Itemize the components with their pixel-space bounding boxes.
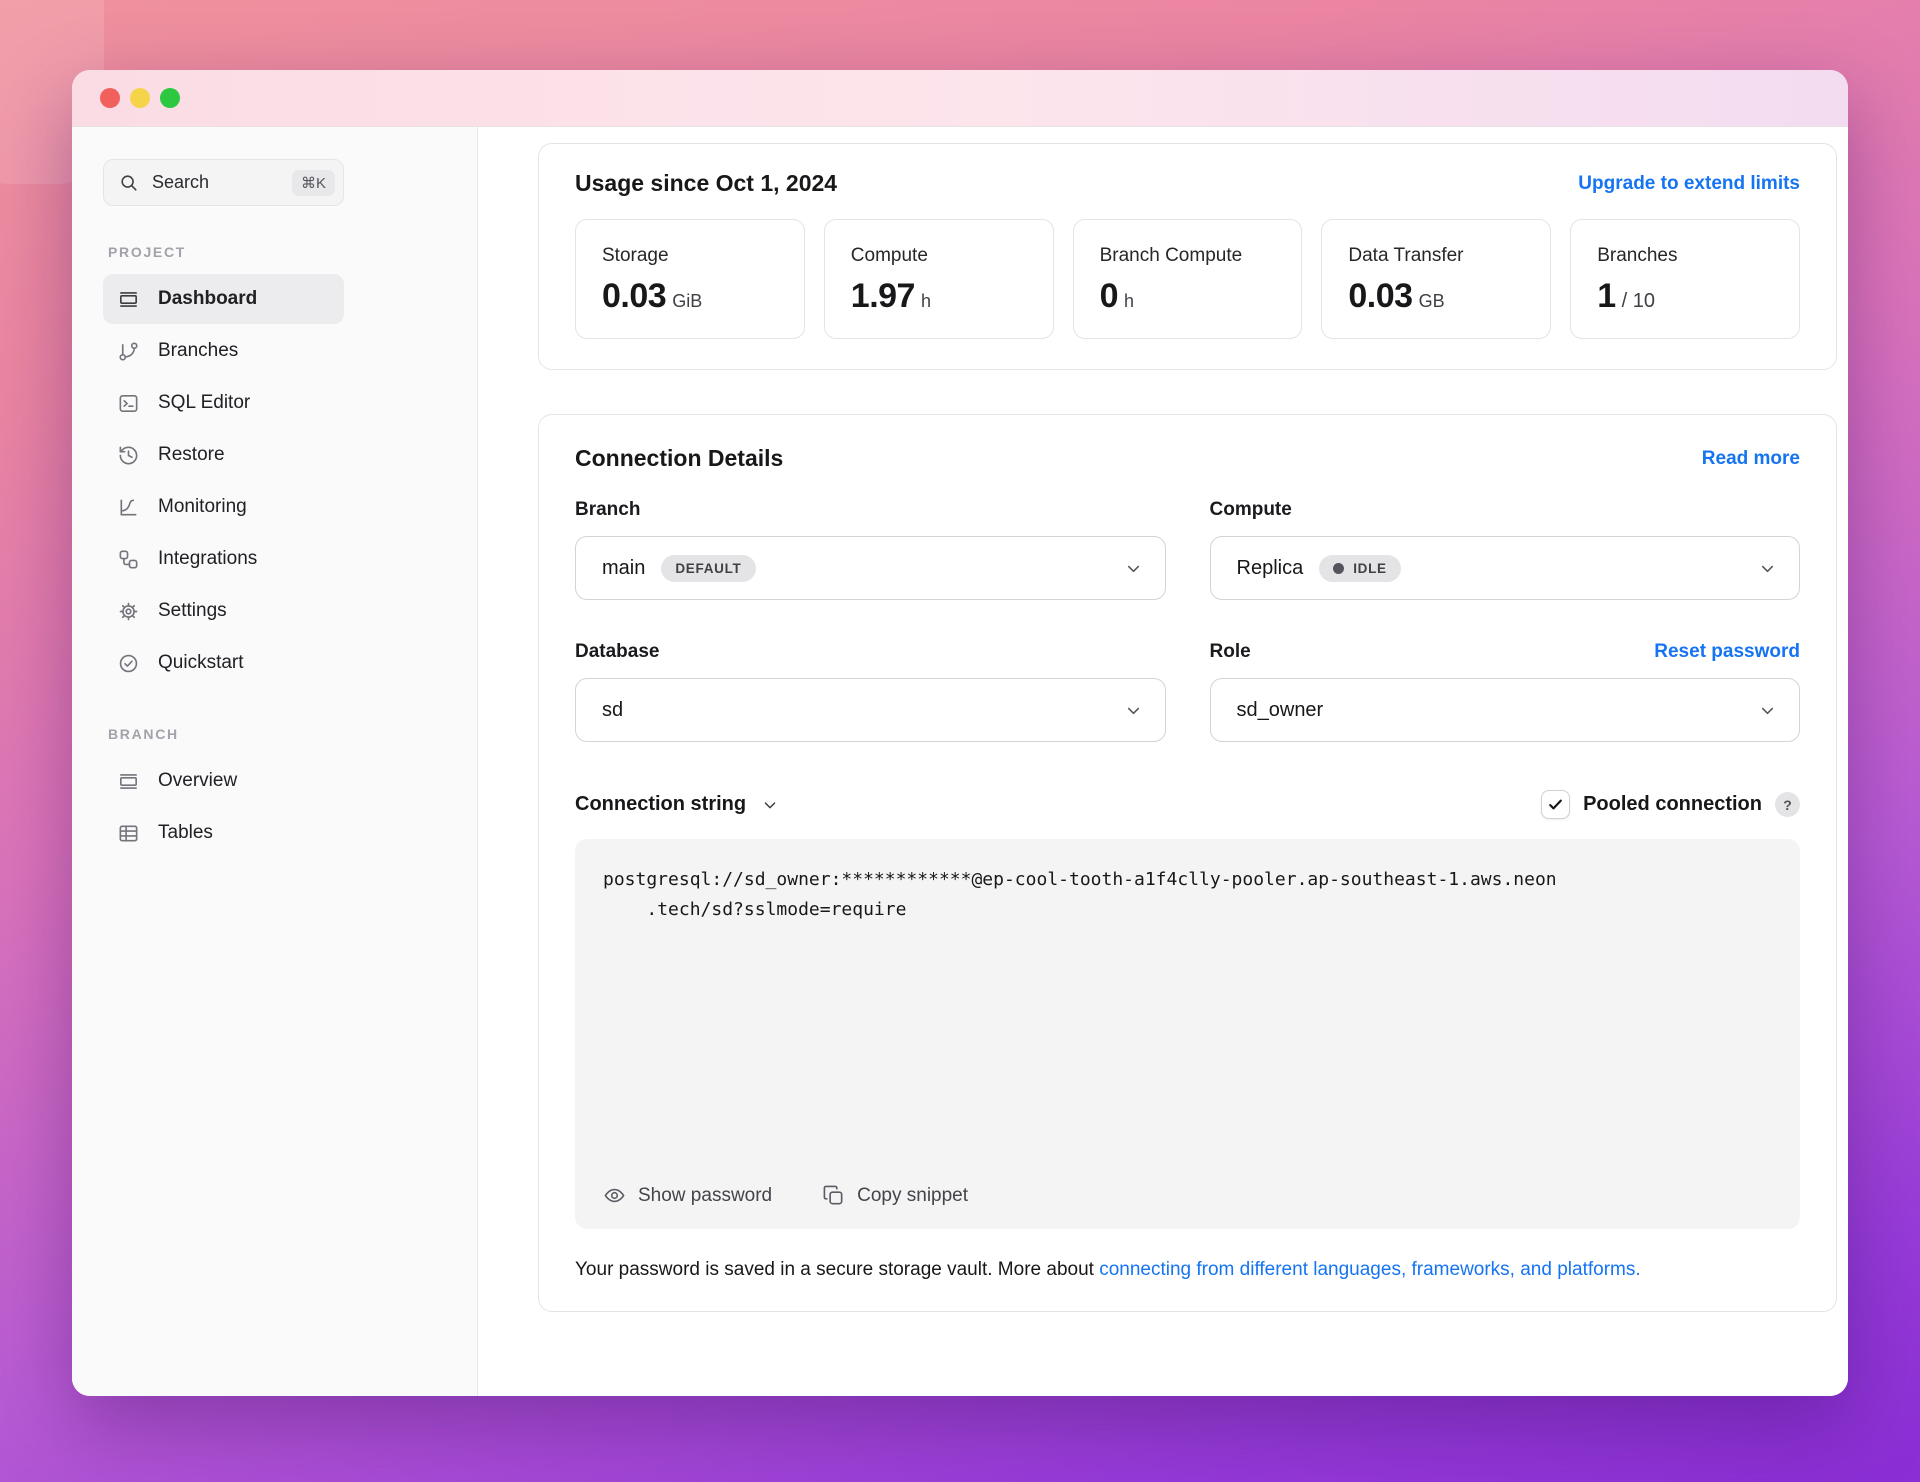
database-select-value: sd (602, 698, 624, 721)
desktop-background: Search ⌘K PROJECT Dashboard Branches SQL… (0, 0, 1920, 1482)
app-window: Search ⌘K PROJECT Dashboard Branches SQL… (72, 70, 1848, 1396)
compute-select[interactable]: Replica IDLE (1209, 536, 1800, 600)
sidebar-item-label: Dashboard (158, 288, 258, 309)
sidebar-item-label: Branches (158, 340, 239, 361)
upgrade-link[interactable]: Upgrade to extend limits (1578, 173, 1800, 195)
connection-string-text[interactable]: postgresql://sd_owner:************@ep-co… (603, 865, 1772, 925)
docs-link[interactable]: connecting from different languages, fra… (1099, 1259, 1640, 1280)
usage-card: Usage since Oct 1, 2024 Upgrade to exten… (538, 143, 1837, 370)
sql-editor-icon (119, 394, 138, 412)
dashboard-icon (120, 291, 137, 307)
sidebar-item-label: Restore (158, 444, 225, 465)
sidebar-item-integrations[interactable]: Integrations (103, 534, 344, 584)
pooled-connection-toggle: Pooled connection ? (1541, 790, 1800, 819)
read-more-link[interactable]: Read more (1702, 448, 1800, 470)
connection-string-box: postgresql://sd_owner:************@ep-co… (575, 839, 1800, 1229)
connection-details-card: Connection Details Read more Branch main… (538, 414, 1837, 1312)
sidebar-item-label: Tables (158, 822, 213, 843)
monitoring-icon (120, 498, 137, 516)
idle-status-dot (1333, 562, 1345, 574)
stat-card-branches: Branches 1/ 10 (1570, 219, 1800, 339)
chevron-down-icon (1761, 565, 1774, 572)
idle-badge: IDLE (1319, 554, 1401, 582)
branch-select-value: main (602, 556, 646, 579)
sidebar-item-label: Quickstart (158, 652, 244, 673)
show-password-button[interactable]: Show password (603, 1184, 772, 1207)
database-field-label: Database (575, 641, 660, 662)
sidebar-item-dashboard[interactable]: Dashboard (103, 274, 344, 324)
check-icon (1549, 799, 1562, 810)
copy-icon (823, 1185, 843, 1205)
sidebar-item-settings[interactable]: Settings (103, 586, 344, 636)
sidebar-item-branches[interactable]: Branches (103, 326, 344, 376)
connection-details-title: Connection Details (575, 445, 784, 471)
stat-card-data-transfer: Data Transfer 0.03 GB (1321, 219, 1552, 339)
search-label: Search (152, 172, 210, 192)
compute-select-value: Replica (1236, 556, 1304, 579)
help-icon[interactable]: ? (1775, 792, 1800, 817)
sidebar-item-label: SQL Editor (158, 392, 251, 413)
overview-icon (120, 773, 137, 789)
sidebar-item-sql-editor[interactable]: SQL Editor (103, 378, 344, 428)
branch-select[interactable]: main DEFAULT (575, 536, 1166, 600)
search-shortcut-badge: ⌘K (291, 169, 335, 196)
database-field: Database sd (575, 638, 1166, 742)
sidebar-item-quickstart[interactable]: Quickstart (103, 638, 344, 688)
branch-section-label: BRANCH (108, 726, 179, 742)
close-window-button[interactable] (100, 88, 120, 108)
password-note: Your password is saved in a secure stora… (575, 1259, 1641, 1280)
database-select[interactable]: sd (575, 678, 1166, 742)
settings-icon (119, 602, 138, 620)
usage-title: Usage since Oct 1, 2024 (575, 170, 838, 196)
compute-field: Compute Replica IDLE (1209, 496, 1800, 600)
chevron-down-icon (1127, 707, 1139, 714)
role-field: Role Reset password sd_owner (1209, 638, 1800, 742)
role-field-label: Role (1209, 641, 1251, 662)
reset-password-link[interactable]: Reset password (1654, 641, 1800, 663)
chevron-down-icon (1761, 707, 1774, 714)
search-icon (121, 175, 137, 191)
sidebar-item-restore[interactable]: Restore (103, 430, 344, 480)
branch-field: Branch main DEFAULT (575, 496, 1166, 600)
sidebar-item-label: Monitoring (158, 496, 247, 517)
integrations-icon (119, 550, 138, 568)
sidebar-item-label: Overview (158, 770, 238, 791)
stat-card-branch-compute: Branch Compute 0h (1072, 219, 1303, 339)
chevron-down-icon (1127, 565, 1139, 572)
window-content: Search ⌘K PROJECT Dashboard Branches SQL… (72, 127, 1848, 1396)
sidebar: Search ⌘K PROJECT Dashboard Branches SQL… (72, 127, 478, 1396)
minimize-window-button[interactable] (130, 88, 150, 108)
pooled-connection-checkbox[interactable] (1541, 790, 1571, 819)
default-badge: DEFAULT (661, 554, 756, 582)
role-select-value: sd_owner (1236, 698, 1324, 721)
project-section-label: PROJECT (108, 244, 187, 260)
branches-icon (119, 341, 138, 361)
eye-icon (604, 1188, 625, 1203)
tables-icon (119, 824, 138, 842)
stat-card-compute: Compute 1.97 h (823, 219, 1054, 339)
maximize-window-button[interactable] (160, 88, 180, 108)
usage-stats-row: Storage 0.03 GiB Compute 1.97 h Branch Com… (575, 219, 1800, 339)
quickstart-icon (119, 654, 138, 672)
copy-snippet-button[interactable]: Copy snippet (822, 1184, 968, 1207)
sidebar-item-tables[interactable]: Tables (103, 808, 344, 858)
main-content: Usage since Oct 1, 2024 Upgrade to exten… (478, 127, 1848, 1396)
role-select[interactable]: sd_owner (1209, 678, 1800, 742)
chevron-down-icon (764, 801, 776, 808)
window-titlebar (72, 70, 1848, 127)
connection-string-selector[interactable]: Connection string (575, 793, 779, 816)
sidebar-item-label: Settings (158, 600, 227, 621)
stat-card-storage: Storage 0.03 GiB (575, 219, 805, 339)
restore-icon (119, 446, 138, 464)
branch-field-label: Branch (575, 499, 641, 520)
sidebar-item-overview[interactable]: Overview (103, 756, 344, 806)
sidebar-item-label: Integrations (158, 548, 258, 569)
sidebar-item-monitoring[interactable]: Monitoring (103, 482, 344, 532)
search-input[interactable]: Search ⌘K (103, 159, 344, 206)
pooled-connection-label: Pooled connection (1583, 793, 1762, 815)
compute-field-label: Compute (1209, 499, 1292, 520)
